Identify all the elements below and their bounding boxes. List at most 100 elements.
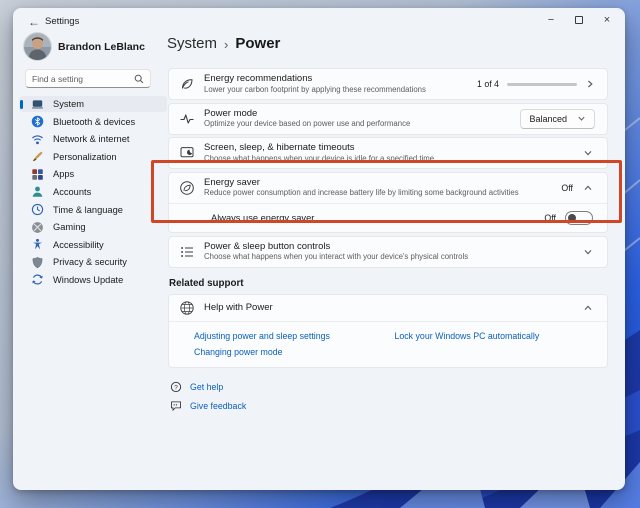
toggle-knob (568, 213, 576, 222)
get-help-label: Get help (190, 381, 224, 392)
monitor-moon-icon (179, 145, 195, 161)
sidebar-item-label: Time & language (53, 204, 123, 215)
search-icon (134, 74, 144, 83)
card-power-sleep-button-controls[interactable]: Power & sleep button controls Choose wha… (168, 235, 608, 268)
always-use-energy-saver-label: Always use energy saver (211, 212, 315, 223)
chevron-down-icon (584, 150, 592, 156)
card-description: Choose what happens when your device is … (204, 153, 435, 163)
feedback-bubble-icon (170, 400, 182, 412)
pulse-icon (179, 111, 195, 127)
paintbrush-icon (31, 150, 44, 163)
recommendations-progress-label: 1 of 4 (476, 79, 499, 89)
energy-saver-header[interactable]: Energy saver Reduce power consumption an… (169, 173, 607, 204)
footer-links: ? Get help Give feedback (168, 381, 608, 412)
main-content: System › Power Energy recommendations Lo… (165, 8, 625, 490)
sidebar-item-accessibility[interactable]: Accessibility (19, 237, 167, 253)
user-profile[interactable]: Brandon LeBlanc (24, 33, 145, 60)
settings-card-list: Energy recommendations Lower your carbon… (168, 68, 608, 419)
card-description: Optimize your device based on power use … (204, 119, 411, 129)
chevron-right-icon (585, 79, 595, 89)
collapse-button[interactable] (581, 301, 595, 315)
sidebar-item-label: Privacy & security (53, 257, 127, 268)
bluetooth-icon (31, 115, 44, 128)
always-use-energy-saver-toggle[interactable] (565, 210, 593, 225)
sidebar-item-accounts[interactable]: Accounts (19, 184, 167, 200)
sidebar-item-label: Personalization (53, 151, 117, 162)
accessibility-person-icon (31, 238, 44, 251)
card-energy-saver: Energy saver Reduce power consumption an… (168, 171, 608, 233)
breadcrumb-section[interactable]: System (167, 35, 217, 52)
sidebar-item-gaming[interactable]: Gaming (19, 219, 167, 235)
page-title: Power (235, 35, 281, 52)
clock-globe-icon (31, 203, 44, 216)
sidebar-item-network-internet[interactable]: Network & internet (19, 131, 167, 147)
chevron-down-icon (578, 116, 585, 121)
avatar (24, 33, 51, 60)
laptop-icon (31, 98, 44, 111)
give-feedback-link[interactable]: Give feedback (170, 400, 608, 412)
sidebar-item-apps[interactable]: Apps (19, 166, 167, 182)
sidebar-item-label: Accounts (53, 186, 92, 197)
user-name: Brandon LeBlanc (58, 40, 145, 53)
sidebar-item-label: Network & internet (53, 134, 130, 145)
card-title: Power mode (204, 107, 258, 119)
xbox-icon (31, 221, 44, 234)
card-description: Reduce power consumption and increase ba… (204, 188, 519, 198)
person-icon (31, 185, 44, 198)
card-title: Power & sleep button controls (204, 240, 331, 252)
sidebar-item-label: Apps (53, 169, 75, 180)
expand-button[interactable] (581, 245, 595, 259)
collapse-button[interactable] (581, 181, 595, 195)
settings-window: ← Settings − × Brandon LeBlanc Find a se… (13, 8, 625, 490)
chevron-up-icon (584, 305, 592, 310)
power-mode-dropdown[interactable]: Balanced (520, 108, 595, 129)
globe-icon (179, 300, 195, 316)
back-button[interactable]: ← (23, 12, 45, 32)
svg-text:?: ? (174, 384, 178, 391)
card-screen-sleep-timeouts[interactable]: Screen, sleep, & hibernate timeouts Choo… (168, 137, 608, 169)
link-adjusting-power-sleep[interactable]: Adjusting power and sleep settings (194, 331, 395, 341)
related-support-heading: Related support (169, 277, 244, 289)
sidebar-nav: System Bluetooth & devices Network & int… (19, 96, 167, 289)
always-use-energy-saver-row: Always use energy saver Off (169, 204, 607, 232)
window-title: Settings (45, 16, 80, 27)
help-question-icon: ? (170, 381, 182, 393)
card-title: Energy recommendations (204, 73, 313, 84)
get-help-link[interactable]: ? Get help (170, 381, 608, 393)
sidebar-item-label: System (53, 99, 84, 110)
sidebar-item-label: Accessibility (53, 239, 104, 250)
breadcrumb-separator-icon: › (224, 36, 229, 52)
sidebar-item-windows-update[interactable]: Windows Update (19, 272, 167, 288)
help-with-power-header[interactable]: Help with Power (169, 295, 607, 322)
link-lock-pc-automatically[interactable]: Lock your Windows PC automatically (395, 331, 596, 341)
card-title: Screen, sleep, & hibernate timeouts (204, 142, 355, 153)
sidebar-item-privacy-security[interactable]: Privacy & security (19, 254, 167, 270)
sidebar-item-system[interactable]: System (19, 96, 167, 113)
search-input[interactable] (32, 73, 134, 84)
leaf-icon (179, 76, 195, 92)
apps-grid-icon (31, 168, 44, 181)
update-arrows-icon (31, 273, 44, 286)
shield-icon (31, 256, 44, 269)
search-box (25, 69, 151, 88)
power-mode-value: Balanced (529, 113, 567, 124)
card-title: Help with Power (204, 301, 273, 313)
card-description: Choose what happens when you interact wi… (204, 252, 469, 262)
card-description: Lower your carbon footprint by applying … (204, 84, 426, 94)
toggle-state-label: Off (544, 212, 556, 223)
chevron-down-icon (584, 249, 592, 254)
link-changing-power-mode[interactable]: Changing power mode (194, 347, 395, 357)
wifi-icon (31, 133, 44, 146)
recommendations-progress-bar (507, 82, 577, 86)
breadcrumb: System › Power (167, 35, 280, 52)
sidebar-item-label: Windows Update (53, 274, 124, 285)
sidebar-item-label: Gaming (53, 222, 86, 233)
card-energy-recommendations[interactable]: Energy recommendations Lower your carbon… (168, 68, 608, 100)
help-links: Adjusting power and sleep settings Lock … (169, 322, 607, 367)
chevron-up-icon (584, 185, 592, 190)
sidebar-item-label: Bluetooth & devices (53, 116, 136, 127)
sidebar-item-personalization[interactable]: Personalization (19, 149, 167, 165)
sidebar-item-bluetooth-devices[interactable]: Bluetooth & devices (19, 114, 167, 130)
expand-button[interactable] (581, 146, 595, 160)
sidebar-item-time-language[interactable]: Time & language (19, 201, 167, 217)
